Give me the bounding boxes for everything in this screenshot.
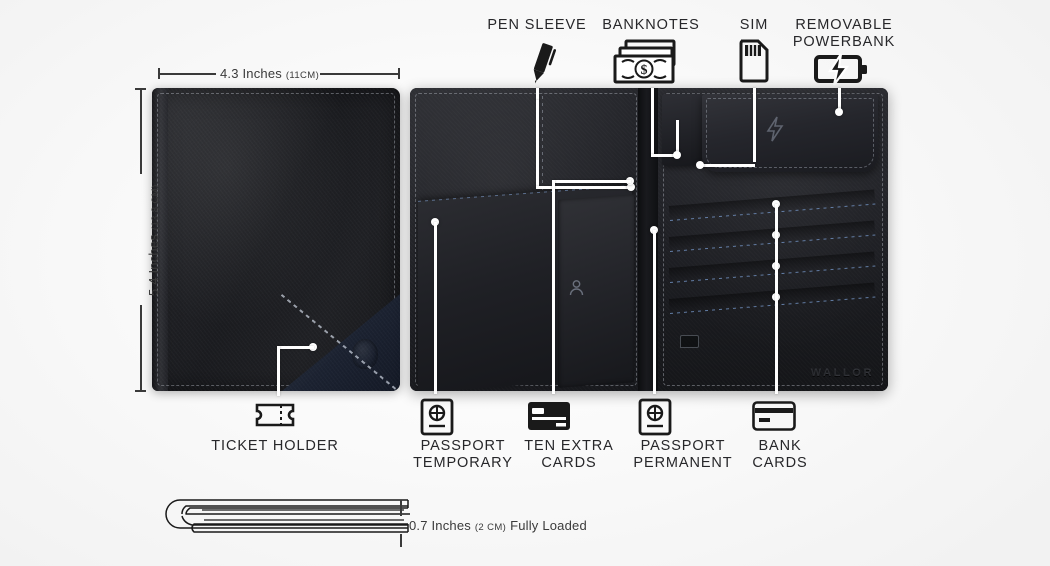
feature-label-removable-powerbank: REMOVABLE POWERBANK <box>792 17 896 50</box>
callout-line-pen-v2 <box>536 100 539 188</box>
brand-emblem <box>352 339 378 369</box>
height-dimension-line-bottom <box>140 305 142 391</box>
corner-patch-stitching <box>280 294 400 391</box>
callout-line-ten-cards-h <box>553 180 631 183</box>
callout-line-ticket-v <box>277 346 280 396</box>
width-dimension-line-right <box>320 73 400 75</box>
open-wallet-left-panel <box>410 88 642 391</box>
width-dimension-cap-right <box>398 68 400 79</box>
height-dimension-cap-top <box>135 88 146 90</box>
open-wallet: WALLOR <box>410 88 888 391</box>
callout-line-ticket-h <box>278 346 314 349</box>
powerbank-pocket <box>702 94 878 172</box>
closed-wallet-stitching <box>157 93 395 386</box>
callout-line-passport-temp-v <box>434 222 437 394</box>
sim-card-slot <box>680 335 699 348</box>
callout-line-pen-h <box>536 186 630 189</box>
callout-line-passport-perm-v <box>653 230 656 394</box>
card-filled-icon <box>527 401 571 436</box>
height-dimension-label: 5.4 Inches (13.8 CM) <box>146 184 161 296</box>
height-dimension-line-top <box>140 88 142 174</box>
feature-label-banknotes: BANKNOTES <box>602 17 700 33</box>
thickness-dimension-line-bottom <box>400 534 402 547</box>
thickness-dimension-line-top <box>400 503 402 516</box>
battery-bolt-icon <box>814 52 870 91</box>
svg-text:$: $ <box>641 63 648 78</box>
width-metric: (11CM) <box>285 70 320 81</box>
callout-dot-sim <box>696 161 704 169</box>
callout-line-sim-v <box>753 88 756 162</box>
thickness-dimension-label: 0.7 Inches (2 CM) Fully Loaded <box>409 518 587 533</box>
feature-label-pen-sleeve: PEN SLEEVE <box>487 17 587 33</box>
callout-dot-banknotes <box>673 151 681 159</box>
feature-label-passport-temporary: PASSPORT TEMPORARY <box>413 438 513 471</box>
callout-line-banknotes-v <box>651 88 654 156</box>
powerbank-pocket-stitch <box>706 98 874 168</box>
width-dimension-line-left <box>158 73 216 75</box>
thickness-value: 0.7 Inches <box>409 518 471 533</box>
height-metric: (13.8 CM) <box>150 184 161 231</box>
lightning-bolt-emboss-icon <box>764 116 786 142</box>
person-emboss-icon <box>568 279 585 296</box>
sim-card-icon <box>736 39 772 88</box>
banknotes-icon: $ <box>612 38 690 91</box>
closed-wallet <box>152 88 400 391</box>
infographic-canvas: PEN SLEEVE BANKNOTES $ SIM REMOVABLE POW… <box>0 0 1050 566</box>
width-value: 4.3 Inches <box>220 66 282 81</box>
passport-icon-temporary <box>420 398 454 441</box>
card-outline-icon <box>752 401 796 436</box>
navy-corner-patch <box>282 294 400 391</box>
callout-line-ten-cards-v <box>552 180 555 394</box>
height-dimension-cap-bottom <box>135 390 146 392</box>
brand-emboss-text: WALLOR <box>810 367 874 379</box>
callout-dot-powerbank <box>835 108 843 116</box>
height-value: 5.4 Inches <box>146 234 161 296</box>
passport-icon-permanent <box>638 398 672 441</box>
ticket-icon <box>255 402 295 433</box>
callout-line-sim-h <box>700 164 755 167</box>
callout-line-bank-cards-v <box>775 204 778 394</box>
width-dimension-label: 4.3 Inches (11CM) <box>220 66 319 81</box>
open-wallet-right-panel: WALLOR <box>658 88 888 391</box>
pen-icon <box>519 40 561 91</box>
feature-label-ten-extra-cards: TEN EXTRA CARDS <box>524 438 614 471</box>
width-dimension-cap-left <box>158 68 160 79</box>
feature-label-bank-cards: BANK CARDS <box>752 438 808 471</box>
thickness-metric: (2 CM) <box>474 522 507 533</box>
wallet-side-profile-drawing <box>146 492 414 553</box>
feature-label-passport-permanent: PASSPORT PERMANENT <box>633 438 733 471</box>
feature-label-ticket-holder: TICKET HOLDER <box>211 438 339 454</box>
thickness-note: Fully Loaded <box>510 518 587 533</box>
